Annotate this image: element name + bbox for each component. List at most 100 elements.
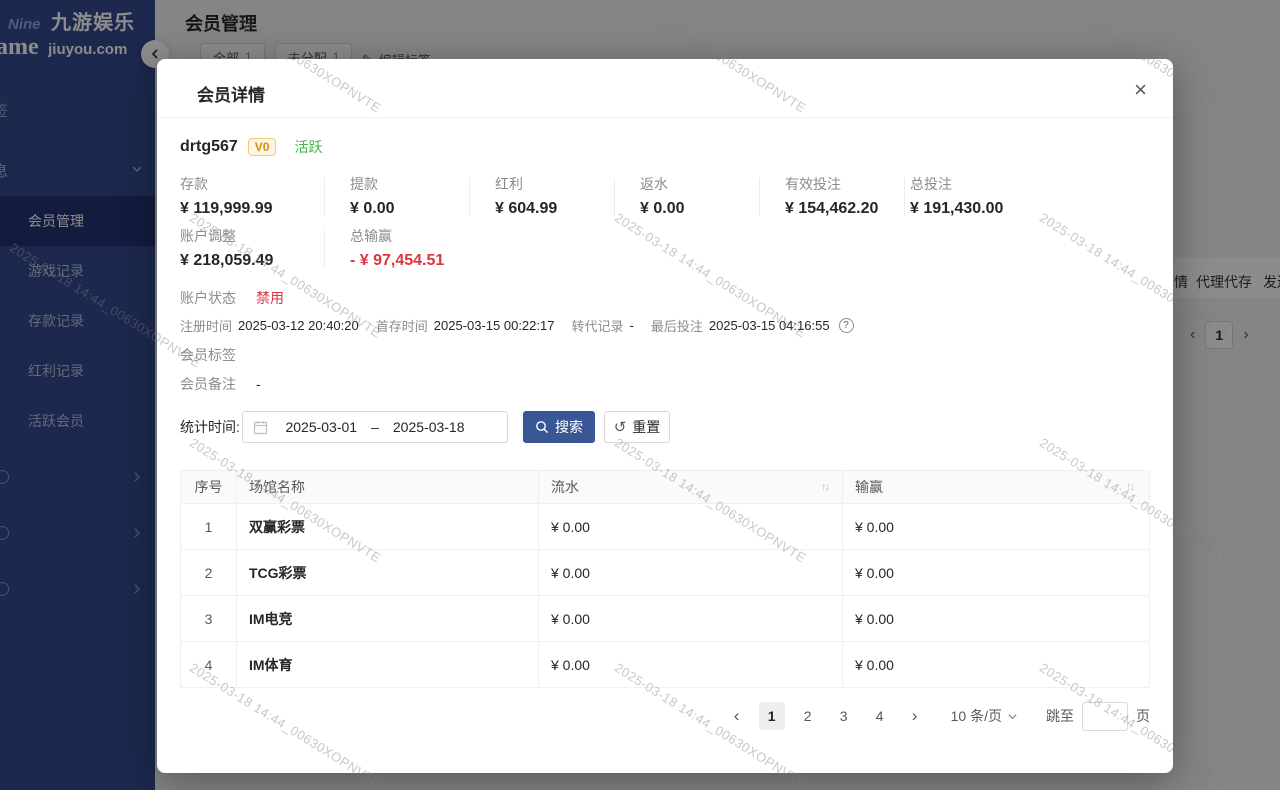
stat-label: 账户调整 (180, 226, 350, 246)
search-button[interactable]: 搜索 (523, 411, 595, 443)
last-bet-time: 最后投注 2025-03-15 04:16:55 ? (651, 316, 854, 335)
vip-level-badge: V0 (248, 138, 277, 156)
stat-value: ¥ 218,059.49 (180, 249, 350, 273)
info-icon[interactable]: ? (839, 318, 854, 333)
stats-row-2: 账户调整 ¥ 218,059.49 总输赢 - ¥ 97,454.51 (180, 226, 444, 273)
modal-header: 会员详情 × (157, 59, 1173, 118)
member-username: drtg567 (180, 138, 238, 156)
next-page-icon[interactable]: › (903, 706, 927, 726)
detail-label: 最后投注 (651, 316, 703, 335)
detail-label: 首存时间 (376, 316, 428, 335)
stat-rebate: 返水 ¥ 0.00 (640, 174, 785, 221)
column-header-winloss: 输赢 ↑↓ (843, 471, 1147, 503)
member-tags-row: 会员标签 (180, 345, 236, 365)
table-header-row: 序号 场馆名称 流水 ↑↓ 输赢 ↑↓ (181, 470, 1149, 503)
turnover-value: ¥ 0.00 (539, 550, 843, 595)
venue-name: IM电竞 (237, 596, 539, 641)
reset-button-label: 重置 (632, 417, 660, 437)
register-time: 注册时间 2025-03-12 20:40:20 (180, 316, 359, 335)
table-pagination: ‹ 1 2 3 4 › 10 条/页 跳至 页 (180, 702, 1150, 730)
table-row: 2 TCG彩票 ¥ 0.00 ¥ 0.00 (181, 549, 1149, 595)
stat-value: ¥ 191,430.00 (910, 197, 1003, 221)
stat-value: ¥ 0.00 (640, 197, 785, 221)
stats-time-label: 统计时间: (180, 417, 242, 437)
turnover-value: ¥ 0.00 (539, 642, 843, 687)
column-header-venue: 场馆名称 (237, 471, 539, 503)
stat-value: ¥ 119,999.99 (180, 197, 350, 221)
member-summary: drtg567 V0 活跃 (180, 137, 322, 157)
stat-withdrawal: 提款 ¥ 0.00 (350, 174, 495, 221)
row-index: 4 (181, 642, 237, 687)
stat-value: ¥ 0.00 (350, 197, 495, 221)
calendar-icon (253, 420, 268, 435)
row-index: 2 (181, 550, 237, 595)
prev-page-icon[interactable]: ‹ (725, 706, 749, 726)
table-row: 3 IM电竞 ¥ 0.00 ¥ 0.00 (181, 595, 1149, 641)
column-header-index: 序号 (181, 471, 237, 503)
page-button-2[interactable]: 2 (795, 702, 821, 730)
member-tags-label: 会员标签 (180, 345, 236, 365)
venue-statistics-table: 序号 场馆名称 流水 ↑↓ 输赢 ↑↓ 1 双赢彩票 ¥ 0.00 ¥ 0.00… (180, 470, 1150, 688)
page-button-1[interactable]: 1 (759, 702, 785, 730)
agent-transfer-record: 转代记录 - (571, 316, 633, 335)
reset-icon: ↺ (614, 418, 627, 436)
caret-down-icon (1007, 711, 1018, 722)
search-icon (535, 420, 549, 434)
detail-label: 注册时间 (180, 316, 232, 335)
stat-label: 返水 (640, 174, 785, 194)
jump-page-input[interactable] (1082, 702, 1128, 731)
sort-icon[interactable]: ↑↓ (821, 481, 830, 493)
stat-bonus: 红利 ¥ 604.99 (495, 174, 640, 221)
detail-value: 2025-03-15 04:16:55 (709, 318, 830, 333)
winloss-value: ¥ 0.00 (843, 642, 1147, 687)
modal-title: 会员详情 (197, 81, 265, 106)
date-range-picker[interactable]: 2025-03-01 – 2025-03-18 (242, 411, 508, 443)
stat-value: ¥ 604.99 (495, 197, 640, 221)
page-button-3[interactable]: 3 (831, 702, 857, 730)
venue-name: 双赢彩票 (237, 504, 539, 549)
row-index: 1 (181, 504, 237, 549)
stats-row-1: 存款 ¥ 119,999.99 提款 ¥ 0.00 红利 ¥ 604.99 返水… (180, 174, 1003, 221)
stat-total-bets: 总投注 ¥ 191,430.00 (910, 174, 1003, 221)
stat-valid-bets: 有效投注 ¥ 154,462.20 (785, 174, 910, 221)
date-start-value: 2025-03-01 (285, 419, 357, 435)
page-size-value: 10 条/页 (951, 706, 1002, 726)
jump-label: 跳至 (1046, 706, 1074, 726)
page-size-select[interactable]: 10 条/页 (951, 706, 1018, 726)
date-end-value: 2025-03-18 (393, 419, 465, 435)
date-separator: – (371, 419, 379, 435)
stat-total-win-loss: 总输赢 - ¥ 97,454.51 (350, 226, 444, 273)
stat-account-adjustment: 账户调整 ¥ 218,059.49 (180, 226, 350, 273)
member-remark-label: 会员备注 (180, 374, 236, 394)
stat-label: 有效投注 (785, 174, 910, 194)
stat-deposit: 存款 ¥ 119,999.99 (180, 174, 350, 221)
stat-label: 红利 (495, 174, 640, 194)
statistics-filter-row: 统计时间: 2025-03-01 – 2025-03-18 搜索 ↺ 重置 (180, 411, 670, 443)
detail-value: 2025-03-12 20:40:20 (238, 318, 359, 333)
reset-button[interactable]: ↺ 重置 (604, 411, 670, 443)
winloss-value: ¥ 0.00 (843, 504, 1147, 549)
column-header-label: 输赢 (855, 477, 883, 497)
turnover-value: ¥ 0.00 (539, 504, 843, 549)
search-button-label: 搜索 (555, 417, 583, 437)
page-button-4[interactable]: 4 (867, 702, 893, 730)
detail-label: 转代记录 (571, 316, 623, 335)
turnover-value: ¥ 0.00 (539, 596, 843, 641)
stat-label: 总投注 (910, 174, 1003, 194)
close-icon[interactable]: × (1134, 79, 1147, 101)
stat-label: 提款 (350, 174, 495, 194)
sort-icon[interactable]: ↑↓ (1126, 481, 1135, 493)
stat-label: 总输赢 (350, 226, 444, 246)
stat-label: 存款 (180, 174, 350, 194)
page-unit-label: 页 (1136, 706, 1150, 726)
member-activity-status: 活跃 (294, 137, 322, 157)
member-detail-times-row: 注册时间 2025-03-12 20:40:20 首存时间 2025-03-15… (180, 316, 854, 335)
venue-name: TCG彩票 (237, 550, 539, 595)
column-header-turnover: 流水 ↑↓ (539, 471, 843, 503)
winloss-value: ¥ 0.00 (843, 550, 1147, 595)
winloss-value: ¥ 0.00 (843, 596, 1147, 641)
jump-to-page: 跳至 页 (1046, 702, 1150, 731)
account-status-label: 账户状态 (180, 288, 236, 308)
account-status-row: 账户状态 禁用 (180, 288, 284, 308)
stat-value: ¥ 154,462.20 (785, 197, 910, 221)
